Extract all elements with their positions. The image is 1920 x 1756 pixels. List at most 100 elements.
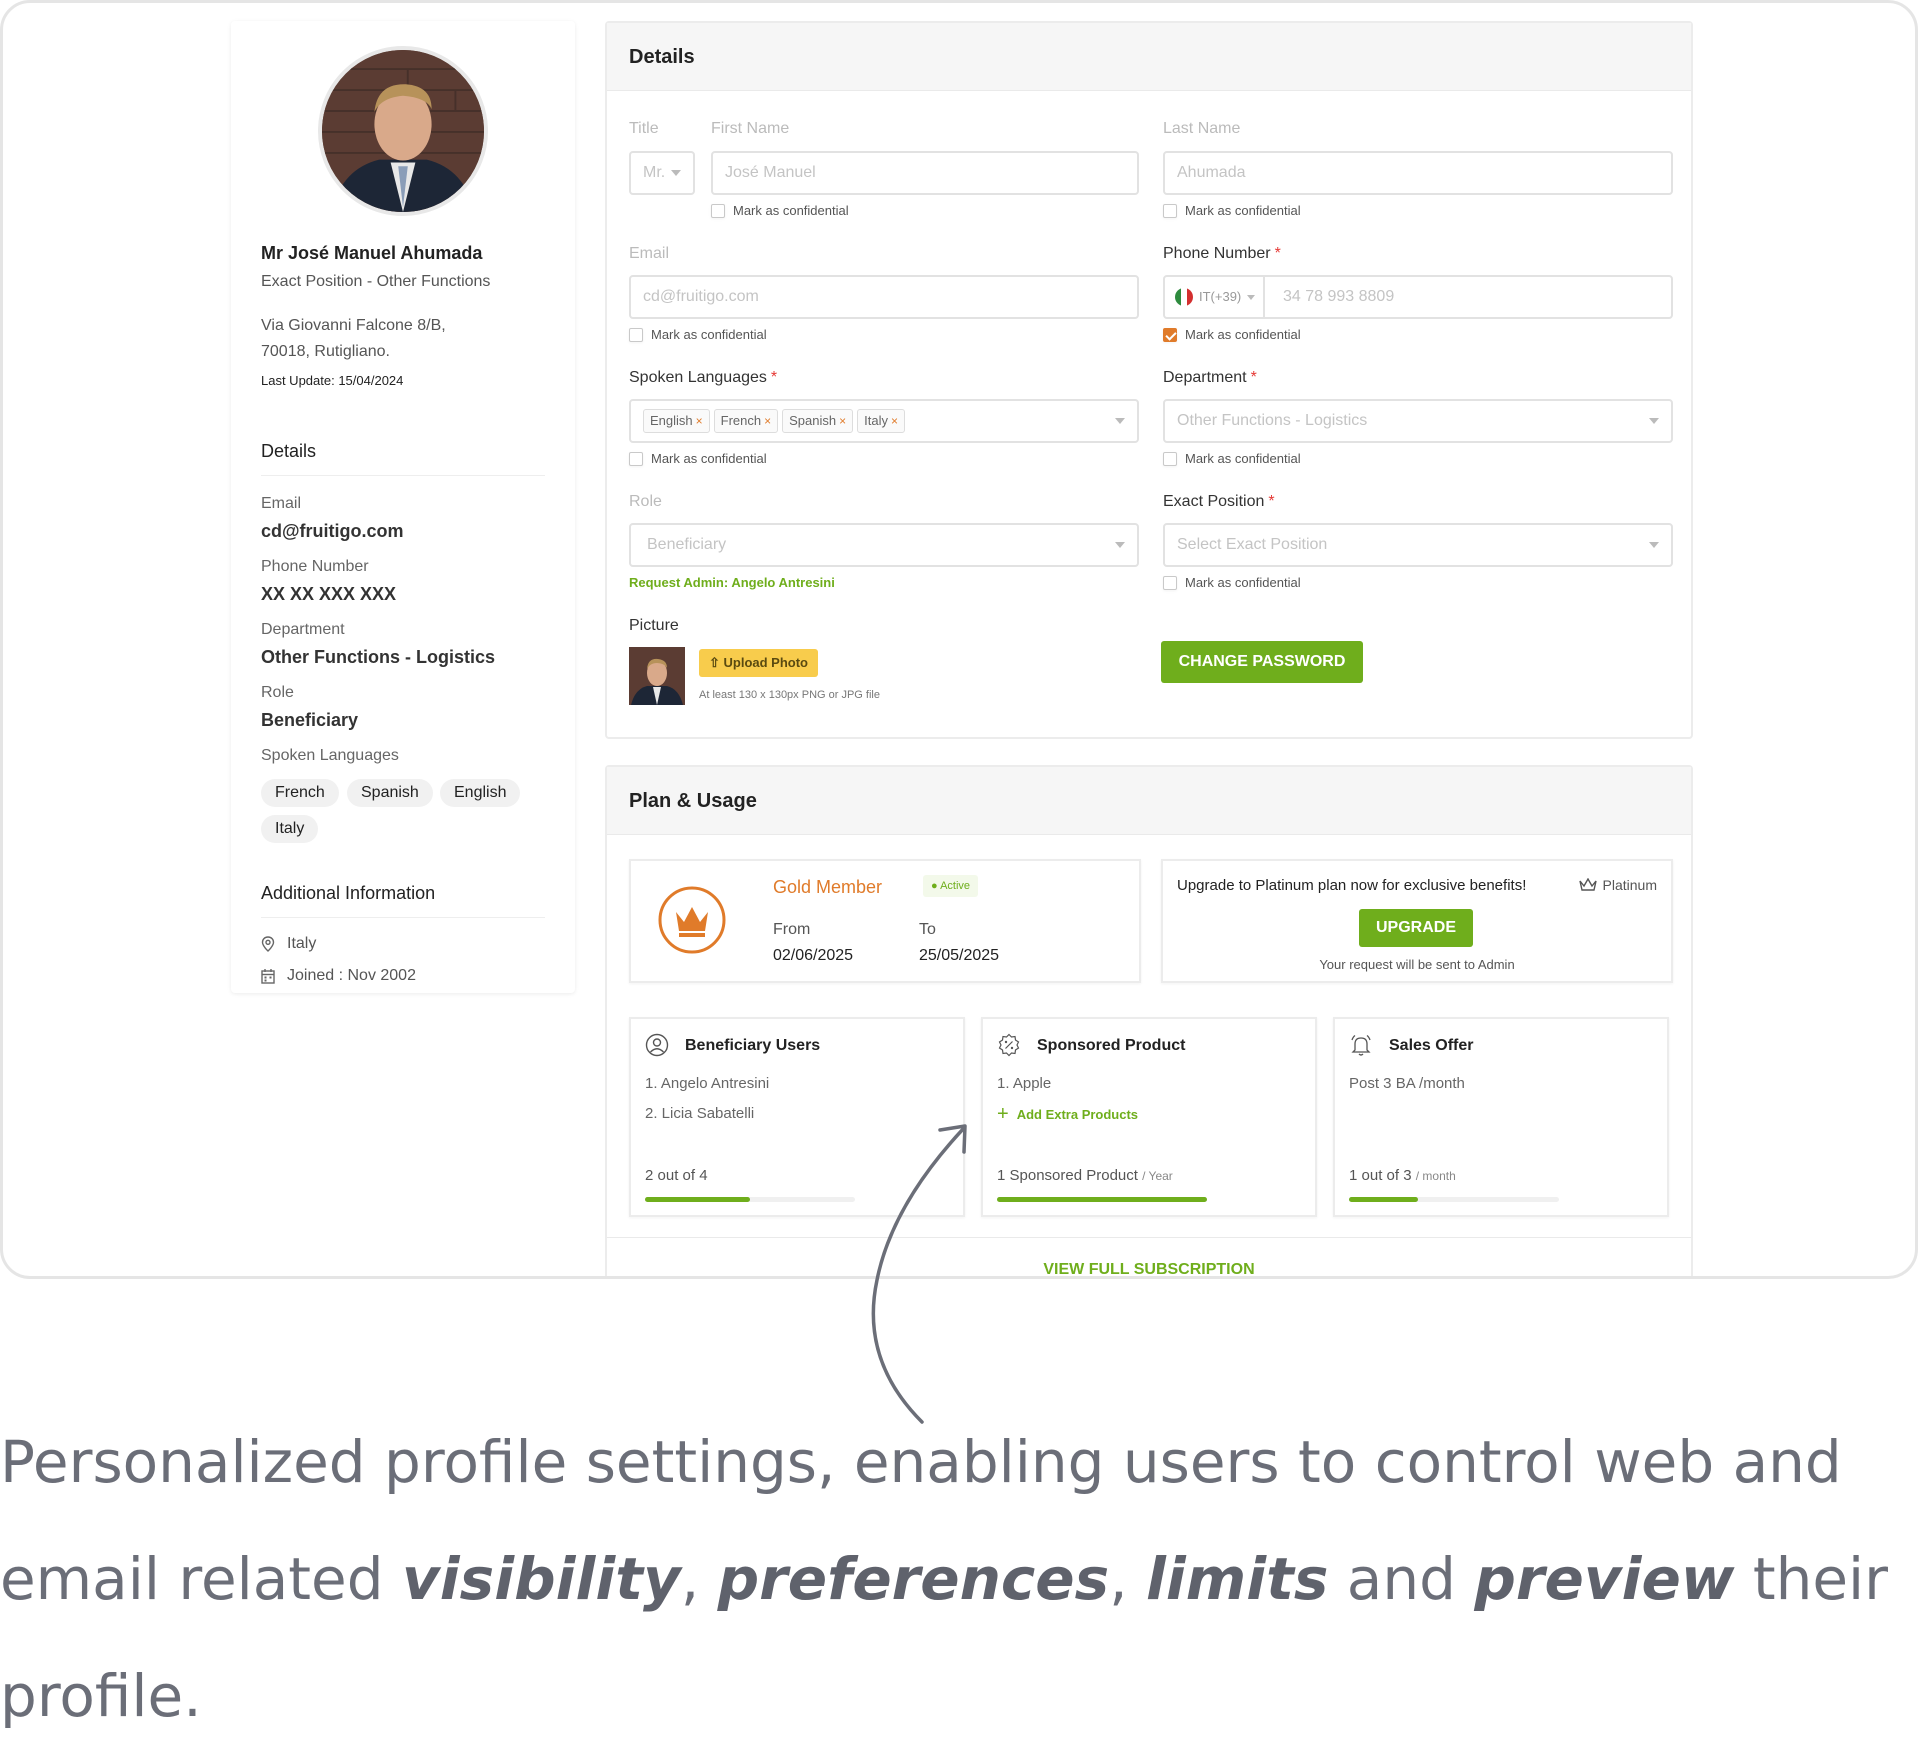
profile-details-title: Details: [261, 441, 317, 461]
title-select-value: Mr.: [643, 164, 666, 181]
profile-address-line1: Via Giovanni Falcone 8/B,: [261, 317, 446, 334]
exact-position-select[interactable]: Select Exact Position: [1163, 523, 1673, 567]
required-mark: *: [1250, 369, 1257, 386]
add-extra-label: Add Extra Products: [1016, 1107, 1139, 1122]
change-password-button[interactable]: CHANGE PASSWORD: [1161, 641, 1363, 683]
annotation-arrow: [871, 1124, 967, 1424]
sponsored-progress-track: [997, 1197, 1207, 1202]
from-label: From: [773, 921, 811, 938]
phone-number-value: 34 78 993 8809: [1283, 288, 1395, 305]
beneficiary-usage: 2 out of 4: [645, 1167, 708, 1184]
remove-tag-icon[interactable]: ×: [891, 401, 898, 441]
profile-name: Mr José Manuel Ahumada: [261, 243, 483, 263]
sponsored-usage-value: 1 Sponsored Product: [997, 1167, 1138, 1184]
checkbox-box-checked[interactable]: [1163, 327, 1177, 342]
upload-photo-button[interactable]: ⇧ Upload Photo: [699, 649, 819, 677]
last-name-confidential-checkbox[interactable]: Mark as confidential: [1163, 203, 1301, 218]
joined-value: Joined : Nov 2002: [287, 967, 416, 984]
first-name-input[interactable]: José Manuel: [711, 151, 1139, 195]
remove-tag-icon[interactable]: ×: [696, 401, 703, 441]
exact-position-label-text: Exact Position: [1163, 493, 1265, 510]
upgrade-button[interactable]: UPGRADE: [1359, 909, 1473, 947]
title-select[interactable]: Mr.: [629, 151, 695, 195]
sponsored-title: Sponsored Product: [1037, 1037, 1186, 1054]
view-full-subscription-link[interactable]: VIEW FULL SUBSCRIPTION: [607, 1261, 1691, 1276]
department-label-text: Department: [1163, 369, 1247, 386]
caption-emphasis: limits: [1146, 1545, 1329, 1613]
remove-tag-icon[interactable]: ×: [839, 401, 846, 441]
request-admin-link[interactable]: Request Admin: Angelo Antresini: [629, 575, 835, 590]
screenshot-frame: Mr José Manuel Ahumada Exact Position - …: [0, 0, 1918, 1279]
languages-confidential-checkbox[interactable]: Mark as confidential: [629, 451, 767, 466]
language-tag-label: Spanish: [789, 413, 837, 428]
checkbox-box[interactable]: [629, 451, 643, 466]
phone-prefix-value: IT(+39): [1199, 289, 1242, 304]
email-input[interactable]: cd@fruitigo.com: [629, 275, 1139, 319]
platinum-label: Platinum: [1602, 877, 1657, 893]
profile-role-label: Role: [261, 684, 294, 701]
checkbox-box[interactable]: [711, 203, 725, 218]
checkbox-label: Mark as confidential: [1185, 451, 1301, 466]
profile-position: Exact Position - Other Functions: [261, 273, 491, 290]
title-label: Title: [629, 120, 659, 137]
phone-input[interactable]: IT(+39) 34 78 993 8809: [1163, 275, 1673, 319]
language-chip: French: [261, 779, 339, 807]
details-panel: Details Title Mr. First Name José Manuel…: [605, 21, 1693, 739]
email-confidential-checkbox[interactable]: Mark as confidential: [629, 327, 767, 342]
status-badge: ● Active: [923, 875, 979, 897]
remove-tag-icon[interactable]: ×: [764, 401, 771, 441]
to-label: To: [919, 921, 936, 938]
language-chip: Italy: [261, 815, 319, 843]
status-badge-label: Active: [940, 880, 971, 892]
upload-icon: ⇧: [709, 655, 724, 670]
language-tag[interactable]: Spanish ×: [782, 409, 854, 433]
chevron-down-icon: [1649, 418, 1659, 424]
plan-panel-title: Plan & Usage: [607, 767, 1691, 835]
phone-label: Phone Number *: [1163, 245, 1281, 263]
membership-card: Gold Member ● Active From 02/06/2025 To …: [629, 859, 1141, 983]
checkbox-box[interactable]: [1163, 203, 1177, 218]
profile-email-value: cd@fruitigo.com: [261, 521, 404, 541]
platinum-plan-label: Platinum: [1578, 877, 1657, 893]
role-select-value: Beneficiary: [647, 536, 727, 553]
phone-country-select[interactable]: IT(+39): [1165, 277, 1265, 317]
caption-text: ,: [680, 1545, 718, 1613]
profile-avatar: [318, 46, 488, 216]
profile-phone-value: XX XX XXX XXX: [261, 584, 397, 604]
sales-progress-fill: [1349, 1197, 1419, 1202]
last-name-input[interactable]: Ahumada: [1163, 151, 1673, 195]
email-label: Email: [629, 245, 670, 262]
last-name-label: Last Name: [1163, 120, 1241, 137]
chevron-down-icon: [1115, 542, 1125, 548]
plan-panel: Plan & Usage Gold Member ● Active From 0…: [605, 765, 1693, 1276]
department-select[interactable]: Other Functions - Logistics: [1163, 399, 1673, 443]
first-name-confidential-checkbox[interactable]: Mark as confidential: [711, 203, 849, 218]
divider: [261, 917, 545, 918]
checkbox-box[interactable]: [1163, 451, 1177, 466]
department-select-value: Other Functions - Logistics: [1177, 412, 1368, 429]
language-tag[interactable]: French ×: [713, 409, 779, 433]
language-tag[interactable]: Italy ×: [857, 409, 905, 433]
languages-multiselect[interactable]: English × French × Spanish × Italy ×: [629, 399, 1139, 443]
caption-text: email related: [0, 1545, 402, 1613]
caption-line-1: Personalized profile settings, enabling …: [0, 1428, 1842, 1496]
caption-line-2: email related visibility, preferences, l…: [0, 1545, 1888, 1613]
upgrade-card: Upgrade to Platinum plan now for exclusi…: [1161, 859, 1673, 983]
sponsored-usage: 1 Sponsored Product / Year: [997, 1167, 1173, 1184]
checkbox-box[interactable]: [629, 327, 643, 342]
checkbox-box[interactable]: [1163, 575, 1177, 590]
role-select[interactable]: Beneficiary: [629, 523, 1139, 567]
picture-thumbnail-image: [631, 658, 683, 705]
language-chip: Spanish: [347, 779, 433, 807]
language-tag[interactable]: English ×: [643, 409, 710, 433]
languages-label-text: Spoken Languages: [629, 369, 767, 386]
sales-offer-card: Sales Offer Post 3 BA /month 1 out of 3 …: [1333, 1017, 1669, 1217]
phone-confidential-checkbox[interactable]: Mark as confidential: [1163, 327, 1301, 342]
upload-photo-label: Upload Photo: [723, 655, 809, 670]
exact-position-confidential-checkbox[interactable]: Mark as confidential: [1163, 575, 1301, 590]
checkbox-label: Mark as confidential: [733, 203, 849, 218]
add-extra-products-link[interactable]: + Add Extra Products: [997, 1103, 1138, 1126]
department-confidential-checkbox[interactable]: Mark as confidential: [1163, 451, 1301, 466]
language-tag-label: French: [720, 413, 762, 428]
picture-thumbnail: [629, 647, 685, 705]
